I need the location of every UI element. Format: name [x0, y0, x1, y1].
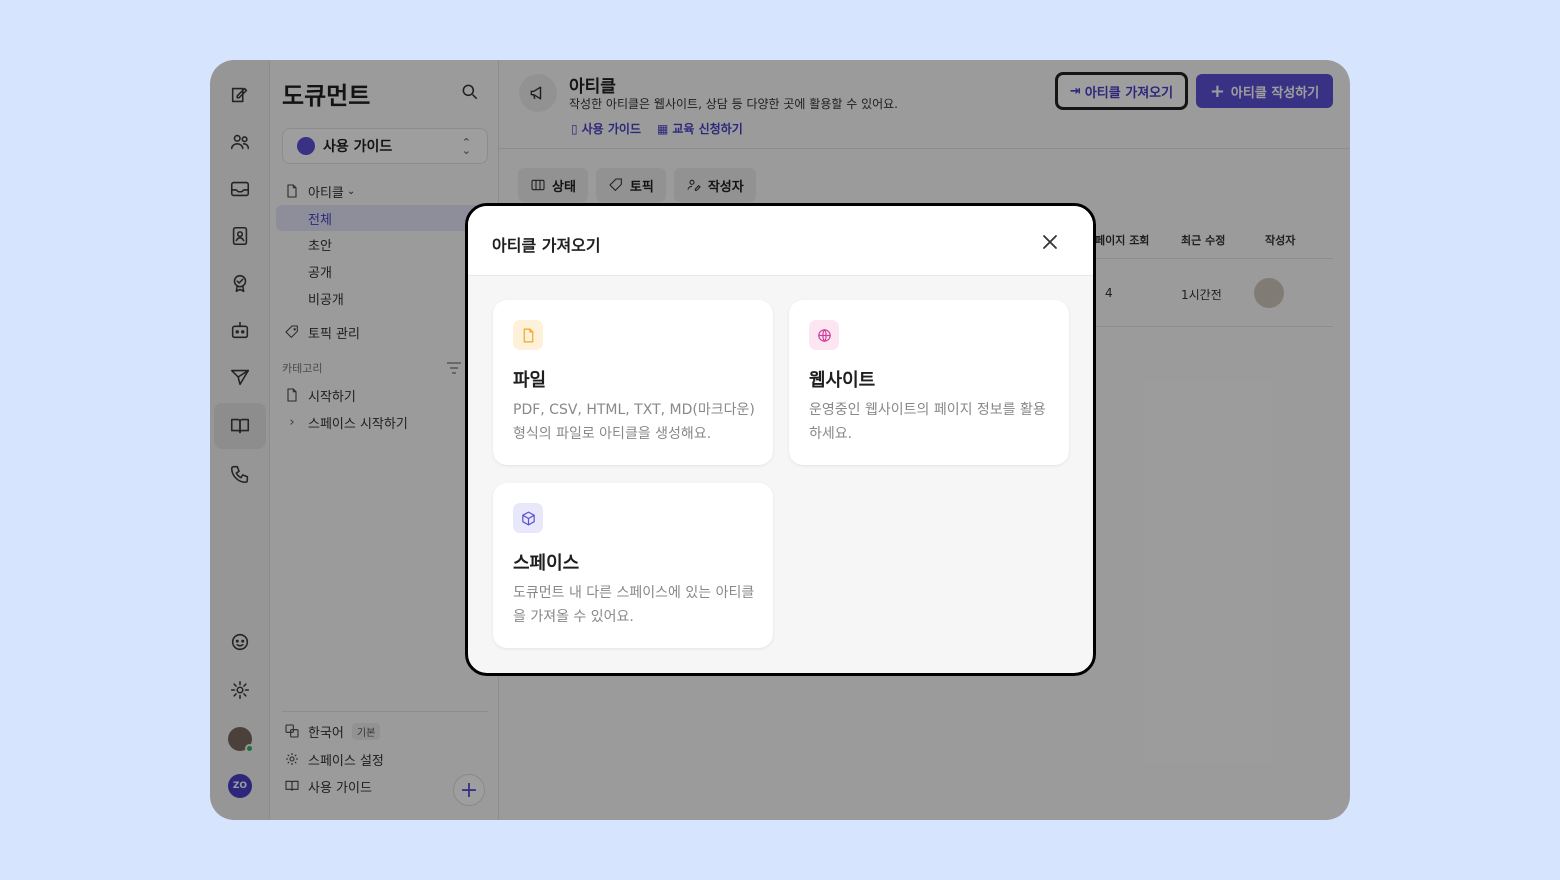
import-article-modal: 아티클 가져오기 파일 PDF, CSV, HTML, TXT, MD(마크다운…	[465, 203, 1096, 676]
modal-title: 아티클 가져오기	[492, 236, 601, 255]
option-title: 스페이스	[513, 553, 580, 574]
option-description: PDF, CSV, HTML, TXT, MD(마크다운) 형식의 파일로 아티…	[513, 402, 755, 442]
option-description: 도큐먼트 내 다른 스페이스에 있는 아티클을 가져올 수 있어요.	[513, 585, 755, 625]
cube-icon	[513, 503, 543, 533]
import-option-space[interactable]: 스페이스 도큐먼트 내 다른 스페이스에 있는 아티클을 가져올 수 있어요.	[493, 483, 773, 648]
option-description: 운영중인 웹사이트의 페이지 정보를 활용하세요.	[809, 402, 1046, 442]
file-icon	[513, 320, 543, 350]
import-option-website[interactable]: 웹사이트 운영중인 웹사이트의 페이지 정보를 활용하세요.	[789, 300, 1069, 465]
option-title: 파일	[513, 370, 547, 391]
modal-header: 아티클 가져오기	[468, 206, 1093, 276]
close-icon[interactable]	[1040, 232, 1060, 252]
import-option-file[interactable]: 파일 PDF, CSV, HTML, TXT, MD(마크다운) 형식의 파일로…	[493, 300, 773, 465]
globe-icon	[809, 320, 839, 350]
option-title: 웹사이트	[809, 370, 876, 391]
